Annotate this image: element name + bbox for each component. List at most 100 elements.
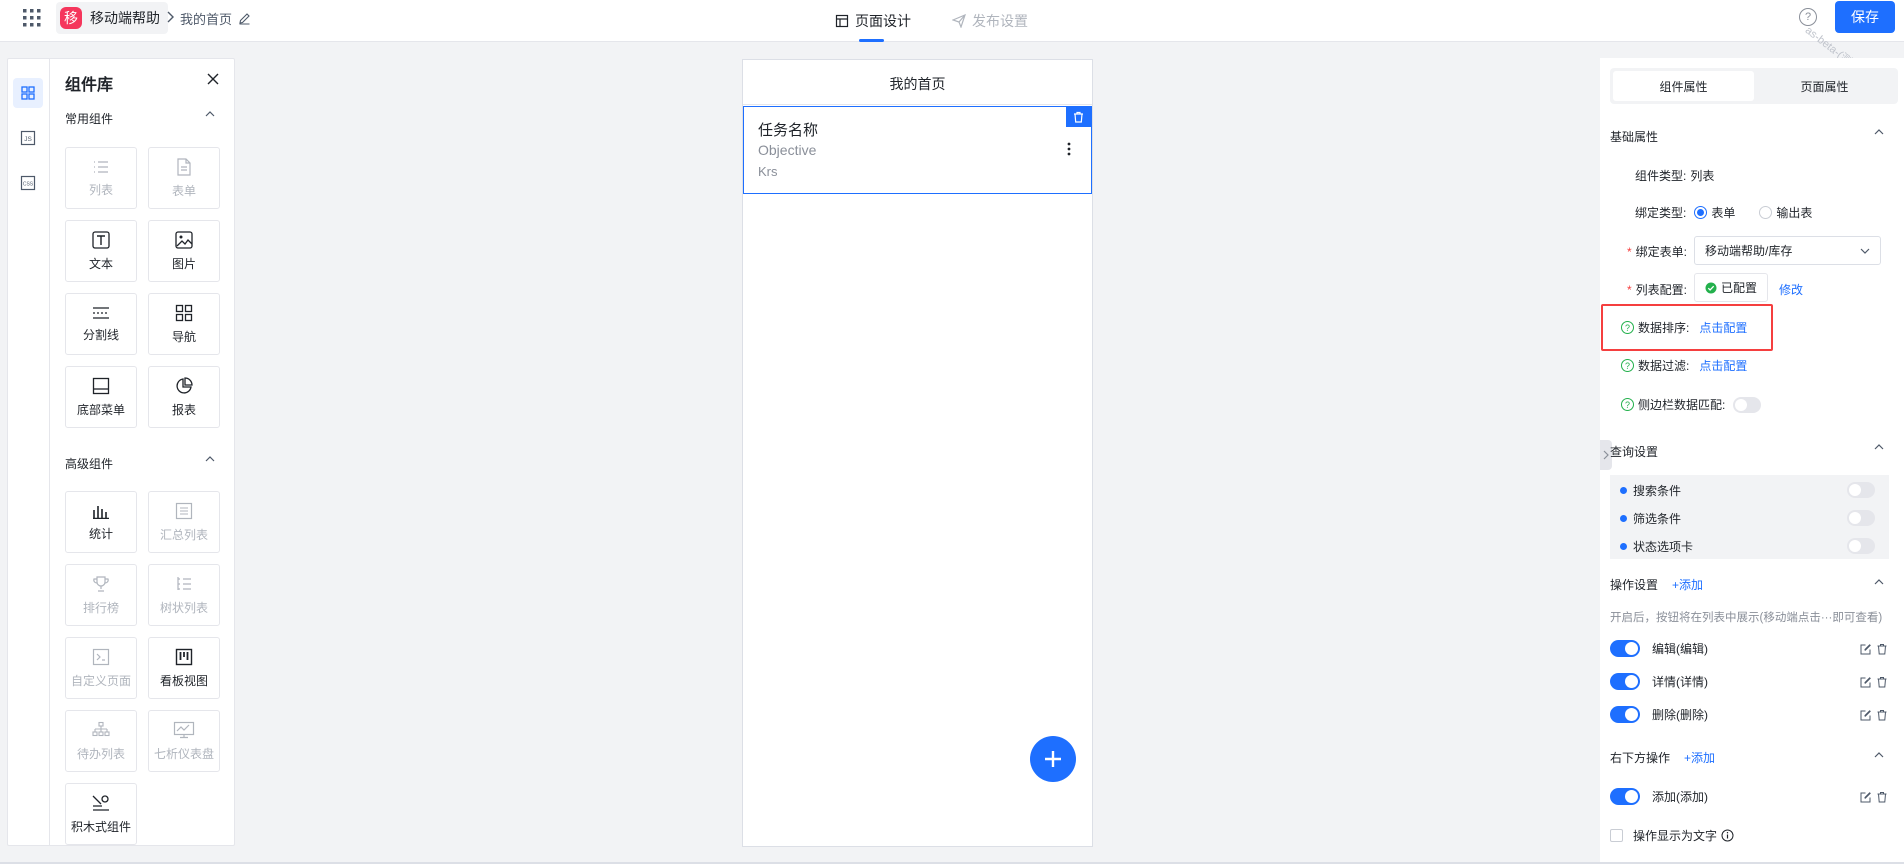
component-list[interactable]: 列表 (65, 147, 137, 209)
component-summary-list[interactable]: 汇总列表 (148, 491, 220, 553)
show-as-text-checkbox[interactable] (1610, 829, 1623, 842)
nav-grid-icon (175, 304, 193, 322)
app-grid-icon[interactable] (20, 6, 44, 30)
active-tab-underline (859, 39, 884, 42)
app-logo: 移 (60, 7, 82, 29)
bottom-right-ops-title: 右下方操作 (1610, 751, 1671, 765)
delete-component-icon[interactable] (1066, 106, 1091, 127)
component-label: 分割线 (82, 327, 119, 342)
component-image[interactable]: 图片 (148, 220, 220, 282)
edit-pencil-icon[interactable] (238, 12, 251, 25)
component-text[interactable]: 文本 (65, 220, 137, 282)
svg-text:CSS: CSS (23, 182, 34, 188)
query-settings-title: 查询设置 (1610, 445, 1659, 459)
image-icon (175, 230, 193, 249)
component-form[interactable]: 表单 (148, 147, 220, 209)
op-row-add: 添加(添加) (1610, 788, 1888, 805)
bind-form-row: * 绑定表单: (1627, 244, 1688, 260)
edit-icon[interactable] (1860, 676, 1872, 688)
component-report[interactable]: 报表 (148, 366, 220, 428)
chevron-up-icon[interactable] (1874, 443, 1884, 451)
op-row-delete: 删除(删除) (1610, 706, 1888, 723)
save-button[interactable]: 保存 (1835, 1, 1895, 33)
list-config-edit-link[interactable]: 修改 (1779, 281, 1803, 298)
trash-icon[interactable] (1876, 676, 1888, 688)
tab-page-props[interactable]: 页面属性 (1754, 71, 1895, 101)
radio-output-table[interactable] (1759, 206, 1773, 219)
chevron-up-icon[interactable] (1874, 128, 1884, 136)
trash-icon[interactable] (1876, 709, 1888, 721)
data-filter-row: ? 数据过滤: 点击配置 (1621, 357, 1747, 374)
list-config-status-text: 已配置 (1720, 281, 1757, 295)
op-add-toggle[interactable] (1610, 788, 1640, 805)
component-custom-page[interactable]: 自定义页面 (65, 637, 137, 699)
card-field-objective: Objective (758, 142, 817, 158)
component-nav[interactable]: 导航 (148, 293, 220, 355)
component-tree-list[interactable]: 树状列表 (148, 564, 220, 626)
query-item-status-tab: 状态选项卡 (1620, 538, 1693, 555)
chevron-up-icon[interactable] (205, 110, 215, 118)
data-filter-config-link[interactable]: 点击配置 (1699, 357, 1747, 374)
component-stats[interactable]: 统计 (65, 491, 137, 553)
ops-hint-text: 开启后，按钮将在列表中展示(移动端点击···即可查看) (1610, 612, 1883, 624)
component-dashboard[interactable]: 七析仪表盘 (148, 710, 220, 772)
tab-component-props[interactable]: 组件属性 (1613, 71, 1754, 101)
close-icon[interactable] (207, 73, 219, 85)
show-as-text-label: 操作显示为文字 (1633, 829, 1718, 843)
radio-form[interactable] (1694, 206, 1708, 219)
component-label: 积木式组件 (70, 819, 131, 834)
edit-icon[interactable] (1860, 791, 1872, 803)
ops-add-link[interactable]: +添加 (1672, 576, 1703, 593)
sidebar-match-toggle[interactable] (1733, 396, 1762, 413)
app-switcher[interactable]: 移 移动端帮助 (56, 2, 168, 34)
trash-icon[interactable] (1876, 791, 1888, 803)
component-bottom-menu[interactable]: 底部菜单 (65, 366, 137, 428)
divider-icon (92, 306, 110, 320)
add-fab-button[interactable] (1030, 736, 1076, 782)
search-condition-toggle[interactable] (1847, 482, 1875, 498)
component-todo-list[interactable]: 待办列表 (65, 710, 137, 772)
trash-icon[interactable] (1876, 643, 1888, 655)
component-block[interactable]: 积木式组件 (65, 783, 137, 845)
edit-icon[interactable] (1860, 643, 1872, 655)
edit-icon[interactable] (1860, 709, 1872, 721)
component-label: 列表 (88, 182, 113, 197)
send-icon (952, 14, 966, 28)
css-code-icon[interactable]: CSS (13, 168, 43, 198)
js-code-icon[interactable]: JS (13, 123, 43, 153)
op-detail-toggle[interactable] (1610, 673, 1640, 690)
component-label: 看板视图 (159, 673, 208, 688)
component-label: 七析仪表盘 (153, 746, 214, 761)
question-icon: ? (1621, 359, 1634, 372)
tab-publish-settings[interactable]: 发布设置 (952, 0, 1028, 42)
bind-form-select[interactable]: 移动端帮助/库存 (1694, 236, 1881, 265)
bottom-right-add-link[interactable]: +添加 (1684, 749, 1715, 766)
component-leaderboard[interactable]: 排行榜 (65, 564, 137, 626)
bind-type-label: 绑定类型: (1635, 206, 1687, 220)
tab-page-design[interactable]: 页面设计 (835, 0, 911, 42)
status-tab-toggle[interactable] (1847, 538, 1875, 554)
component-label: 导航 (171, 329, 196, 344)
op-edit-toggle[interactable] (1610, 640, 1640, 657)
component-kanban[interactable]: 看板视图 (148, 637, 220, 699)
op-row-edit: 编辑(编辑) (1610, 640, 1888, 657)
list-config-status: 已配置 (1694, 273, 1768, 302)
bind-form-label: 绑定表单: (1635, 245, 1688, 259)
library-title: 组件库 (65, 77, 114, 94)
component-label: 排行榜 (82, 600, 119, 615)
filter-condition-toggle[interactable] (1847, 510, 1875, 526)
chevron-up-icon[interactable] (1874, 578, 1884, 586)
more-vertical-icon[interactable] (1066, 141, 1072, 157)
chevron-up-icon[interactable] (205, 455, 215, 463)
component-label: 文本 (88, 256, 113, 271)
list-config-row: * 列表配置: (1627, 282, 1688, 298)
component-type-label: 组件类型: (1635, 169, 1687, 183)
chevron-up-icon[interactable] (1874, 751, 1884, 759)
summary-list-icon (175, 502, 193, 520)
op-delete-toggle[interactable] (1610, 706, 1640, 723)
tab-publish-label: 发布设置 (972, 13, 1028, 29)
component-divider[interactable]: 分割线 (65, 293, 137, 355)
components-grid-icon[interactable] (13, 78, 43, 108)
bind-type-row: 绑定类型: 表单 输出表 (1635, 204, 1812, 221)
layout-icon (835, 14, 849, 28)
